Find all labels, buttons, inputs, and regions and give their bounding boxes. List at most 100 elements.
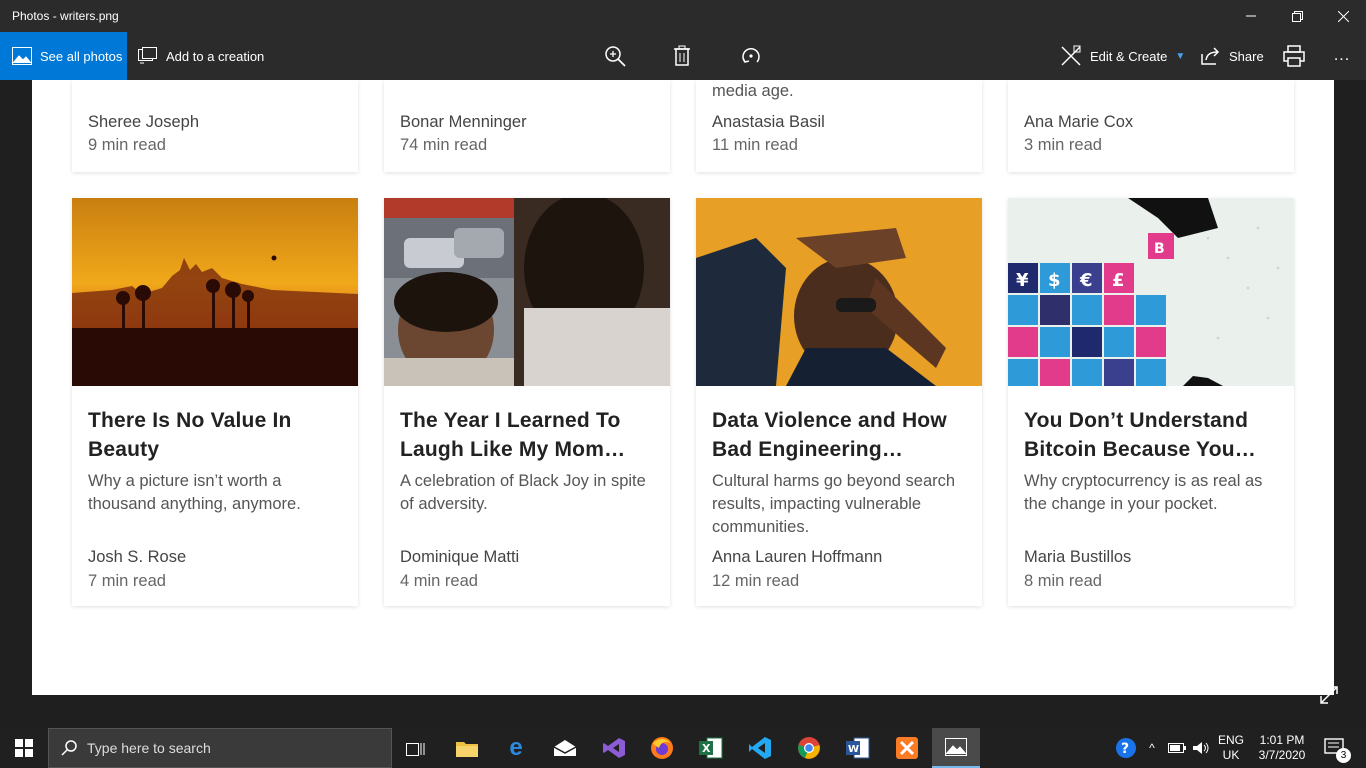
language-code: ENG xyxy=(1217,733,1244,747)
xampp-icon xyxy=(896,737,918,759)
article-subtitle: A celebration of Black Joy in spite of a… xyxy=(400,472,646,513)
xampp-button[interactable] xyxy=(883,728,931,768)
file-explorer-button[interactable] xyxy=(443,728,491,768)
printer-icon xyxy=(1283,45,1305,67)
svg-text:B: B xyxy=(1154,241,1165,257)
mail-icon xyxy=(553,740,577,756)
vscode-button[interactable] xyxy=(736,728,784,768)
svg-text:€: € xyxy=(1079,270,1093,291)
article-image-currency-blocks: ¥ $ € £ B xyxy=(1008,198,1294,386)
article-subtitle: Cultural harms go beyond search results,… xyxy=(712,472,956,536)
speaker-icon xyxy=(1193,742,1209,754)
restore-button[interactable] xyxy=(1274,0,1320,32)
language-region: UK xyxy=(1222,748,1240,762)
close-button[interactable] xyxy=(1320,0,1366,32)
add-creation-icon xyxy=(138,47,157,64)
close-icon xyxy=(1337,10,1349,22)
add-to-creation-button[interactable]: Add to a creation xyxy=(138,32,264,80)
chevron-down-icon: ▼ xyxy=(1175,50,1186,62)
expand-icon xyxy=(1320,686,1338,704)
notification-count: 3 xyxy=(1336,748,1351,763)
article-card-partial[interactable]: Ana Marie Cox 3 min read xyxy=(1008,80,1294,172)
edge-button[interactable]: e xyxy=(492,728,540,768)
edit-create-label: Edit & Create xyxy=(1090,48,1168,64)
chrome-button[interactable] xyxy=(785,728,833,768)
article-author: Maria Bustillos xyxy=(1024,548,1132,566)
edit-create-icon xyxy=(1061,45,1081,66)
edge-icon: e xyxy=(509,734,523,761)
word-button[interactable]: W xyxy=(834,728,882,768)
read-time: 9 min read xyxy=(88,136,166,154)
article-subtitle: Why a picture isn’t worth a thousand any… xyxy=(88,472,301,513)
visual-studio-button[interactable] xyxy=(590,728,638,768)
more-options-button[interactable]: ... xyxy=(1328,42,1356,70)
read-time: 12 min read xyxy=(712,572,800,590)
firefox-button[interactable] xyxy=(638,728,686,768)
delete-button[interactable] xyxy=(668,42,696,70)
share-button[interactable]: Share xyxy=(1199,32,1264,80)
language-indicator[interactable]: ENG UK xyxy=(1214,728,1248,768)
chevron-up-icon: ^ xyxy=(1149,741,1155,755)
visual-studio-icon xyxy=(603,738,625,758)
rotate-button[interactable] xyxy=(737,42,765,70)
article-card-partial[interactable]: media age. Anastasia Basil 11 min read xyxy=(696,80,982,172)
svg-text:X: X xyxy=(702,742,711,755)
excel-button[interactable]: X xyxy=(687,728,735,768)
rotate-icon xyxy=(742,47,760,63)
article-card-partial[interactable]: Bonar Menninger 74 min read xyxy=(384,80,670,172)
help-button[interactable]: ? xyxy=(1112,728,1140,768)
search-placeholder: Type here to search xyxy=(87,740,211,756)
article-title[interactable]: There Is No Value In Beauty xyxy=(88,406,342,464)
article-title[interactable]: The Year I Learned To Laugh Like My Mom… xyxy=(400,406,654,464)
notifications-button[interactable]: 3 xyxy=(1318,728,1352,768)
read-time: 4 min read xyxy=(400,572,478,590)
battery-indicator[interactable] xyxy=(1166,728,1188,768)
read-time: 11 min read xyxy=(712,136,798,154)
photos-icon xyxy=(945,738,967,756)
task-view-icon xyxy=(406,743,425,756)
photos-app-button[interactable] xyxy=(932,728,980,768)
share-icon xyxy=(1201,47,1220,65)
start-button[interactable] xyxy=(0,728,48,768)
taskbar-search-box[interactable]: Type here to search xyxy=(48,728,392,768)
photo-canvas: Sheree Joseph 9 min read Bonar Menninger… xyxy=(32,80,1334,695)
article-card[interactable]: There Is No Value In Beauty Why a pictur… xyxy=(72,198,358,606)
mail-button[interactable] xyxy=(541,728,589,768)
article-author: Sheree Joseph xyxy=(88,113,199,131)
clock-date: 3/7/2020 xyxy=(1258,748,1306,762)
volume-button[interactable] xyxy=(1190,728,1212,768)
more-icon: ... xyxy=(1333,47,1351,64)
article-author: Josh S. Rose xyxy=(88,548,187,566)
article-image-mother-child xyxy=(384,198,670,386)
trash-icon xyxy=(674,45,690,66)
article-card[interactable]: ¥ $ € £ B You Don’t Understand Bitcoin Becau… xyxy=(1008,198,1294,606)
article-card[interactable]: The Year I Learned To Laugh Like My Mom…… xyxy=(384,198,670,606)
fullscreen-expand-button[interactable] xyxy=(1318,684,1340,706)
article-image-hand-frame xyxy=(696,198,982,386)
article-author: Bonar Menninger xyxy=(400,113,527,131)
article-excerpt: media age. xyxy=(712,82,794,100)
print-button[interactable] xyxy=(1280,42,1308,70)
tray-overflow-button[interactable]: ^ xyxy=(1142,728,1162,768)
svg-text:¥: ¥ xyxy=(1016,270,1029,291)
task-view-button[interactable] xyxy=(392,728,440,768)
window-title: Photos - writers.png xyxy=(12,9,119,23)
clock[interactable]: 1:01 PM 3/7/2020 xyxy=(1252,728,1312,768)
zoom-button[interactable] xyxy=(601,42,629,70)
article-card[interactable]: Data Violence and How Bad Engineering… C… xyxy=(696,198,982,606)
taskbar: Type here to search e X W ? ^ ENG UK 1:0… xyxy=(0,728,1366,768)
article-title[interactable]: Data Violence and How Bad Engineering… xyxy=(712,406,966,464)
add-creation-label: Add to a creation xyxy=(166,48,265,64)
battery-icon xyxy=(1168,743,1186,753)
share-label: Share xyxy=(1229,48,1264,64)
article-author: Anna Lauren Hoffmann xyxy=(712,548,883,566)
minimize-button[interactable] xyxy=(1228,0,1274,32)
see-all-photos-button[interactable]: See all photos xyxy=(0,32,127,80)
folder-icon xyxy=(456,742,478,757)
clock-time: 1:01 PM xyxy=(1259,733,1305,747)
toolbar: See all photos Add to a creation Edit & … xyxy=(0,32,1366,80)
title-bar: Photos - writers.png xyxy=(0,0,1366,32)
edit-create-button[interactable]: Edit & Create ▼ xyxy=(1060,32,1185,80)
article-title[interactable]: You Don’t Understand Bitcoin Because You… xyxy=(1024,406,1278,464)
article-card-partial[interactable]: Sheree Joseph 9 min read xyxy=(72,80,358,172)
